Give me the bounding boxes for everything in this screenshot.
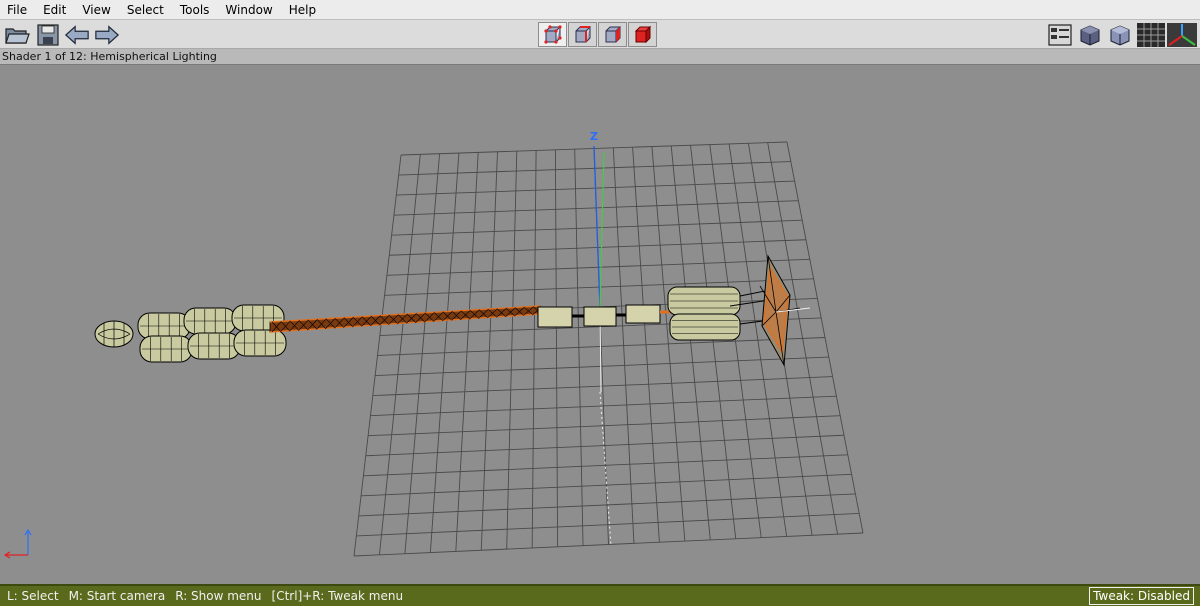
status-hint-camera: M: Start camera [68, 589, 166, 603]
arrow-left-icon[interactable] [64, 22, 90, 48]
status-hint-tweak: [Ctrl]+R: Tweak menu [271, 589, 404, 603]
menu-view[interactable]: View [75, 0, 119, 20]
outliner-icon[interactable] [1047, 22, 1073, 48]
menu-file[interactable]: File [0, 0, 36, 20]
z-axis-label: Z [590, 130, 598, 143]
menu-tools[interactable]: Tools [173, 0, 219, 20]
status-bar: L: Select M: Start camera R: Show menu [… [0, 584, 1200, 606]
ground-grid [353, 141, 864, 557]
save-icon[interactable] [35, 22, 61, 48]
smooth-shade-icon[interactable] [1077, 22, 1103, 48]
vertex-select-icon[interactable] [538, 22, 567, 47]
flat-shade-icon[interactable] [1107, 22, 1133, 48]
edge-select-icon[interactable] [568, 22, 597, 47]
toolbar [0, 20, 1200, 49]
menu-select[interactable]: Select [120, 0, 173, 20]
status-hint-menu: R: Show menu [175, 589, 262, 603]
grid-toggle-icon[interactable] [1137, 22, 1165, 48]
world-axes: Z [590, 130, 612, 547]
axes-toggle-icon[interactable] [1167, 22, 1197, 48]
body-select-icon[interactable] [628, 22, 657, 47]
menu-help[interactable]: Help [282, 0, 325, 20]
viewport-3d[interactable]: Z [0, 65, 1200, 584]
viewport-canvas[interactable]: Z [0, 65, 1200, 584]
model-spaceship[interactable] [94, 254, 811, 367]
face-select-icon[interactable] [598, 22, 627, 47]
shader-title: Shader 1 of 12: Hemispherical Lighting [2, 50, 217, 63]
arrow-right-icon[interactable] [94, 22, 120, 48]
selection-mode-group [538, 21, 658, 48]
view-axes-indicator [3, 528, 32, 559]
tweak-status-badge[interactable]: Tweak: Disabled [1089, 587, 1194, 605]
open-folder-icon[interactable] [4, 22, 30, 48]
menu-window[interactable]: Window [218, 0, 281, 20]
shader-title-bar: Shader 1 of 12: Hemispherical Lighting [0, 49, 1200, 65]
status-hint-select: L: Select [7, 589, 59, 603]
menu-edit[interactable]: Edit [36, 0, 75, 20]
menu-bar: File Edit View Select Tools Window Help [0, 0, 1200, 20]
